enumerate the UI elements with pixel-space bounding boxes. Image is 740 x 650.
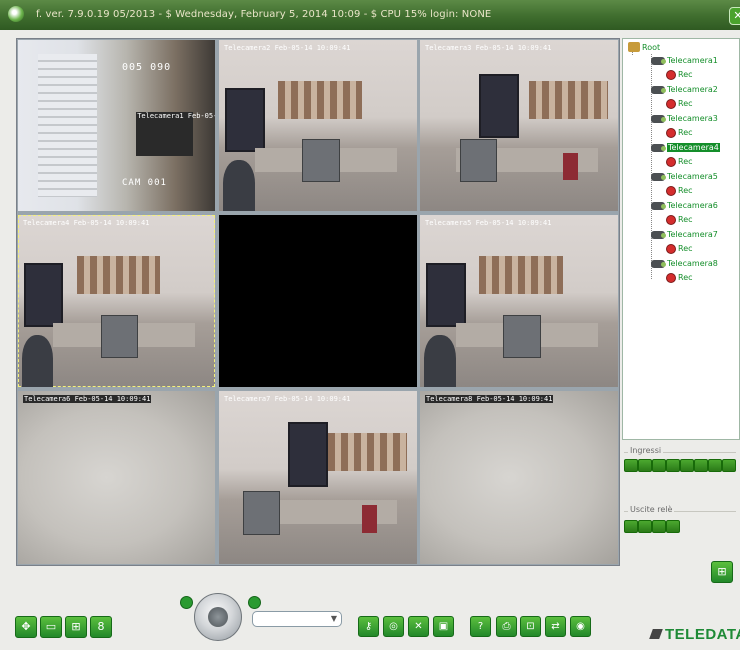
tree-item-telecamera5[interactable]: Telecamera5 [651, 172, 718, 181]
camera-icon [651, 85, 666, 94]
camera-icon [651, 143, 666, 152]
camera-label: Telecamera6 Feb-05-14 10:09:41 [23, 395, 152, 403]
teledata-mark-icon [649, 629, 663, 639]
teledata-logo: TELEDATA [649, 626, 740, 643]
camera-label: Telecamera3 Feb-05-14 10:09:41 [425, 44, 552, 52]
disc-icon[interactable]: ◎ [383, 616, 404, 637]
tree-item-rec[interactable]: Rec [667, 273, 693, 282]
ptz-zoom-out-icon[interactable] [248, 596, 261, 609]
input-indicator [694, 459, 708, 472]
layout-4-button[interactable]: ⊞ [65, 616, 87, 638]
tree-item-rec[interactable]: Rec [667, 128, 693, 137]
input-indicator [624, 459, 638, 472]
root-icon [628, 42, 640, 52]
ingressi-label: Ingressi [628, 446, 664, 455]
ptz-joystick[interactable] [194, 593, 242, 641]
tree-root[interactable]: Root [628, 42, 660, 52]
tree-item-rec[interactable]: Rec [667, 99, 693, 108]
input-indicator [680, 459, 694, 472]
input-indicator [666, 459, 680, 472]
camera-label: Telecamera8 Feb-05-14 10:09:41 [425, 395, 554, 403]
camera-view-empty[interactable] [219, 215, 417, 387]
camera-label: Telecamera1 Feb-05-14 10:09:41 [136, 111, 215, 157]
camera-icon [651, 201, 666, 210]
tree-item-telecamera8[interactable]: Telecamera8 [651, 259, 718, 268]
tree-root-label: Root [642, 42, 661, 52]
app-icon [8, 6, 24, 22]
titlebar: f. ver. 7.9.0.19 05/2013 - $ Wednesday, … [0, 0, 740, 30]
ptz-zoom-in-icon[interactable] [180, 596, 193, 609]
record-icon [667, 186, 675, 195]
logo-text: TELEDATA [665, 626, 740, 643]
layout-1-button[interactable]: ▭ [40, 616, 62, 638]
tree-item-rec[interactable]: Rec [667, 157, 693, 166]
help-icon[interactable]: ? [470, 616, 491, 637]
tree-item-telecamera7[interactable]: Telecamera7 [651, 230, 718, 239]
tree-item-telecamera6[interactable]: Telecamera6 [651, 201, 718, 210]
layout-8-label: 8 [97, 620, 105, 633]
camera-label: Telecamera2 Feb-05-14 10:09:41 [224, 44, 351, 52]
chevron-down-icon: ▼ [330, 614, 337, 623]
camera-label: Telecamera7 Feb-05-14 10:09:41 [224, 395, 351, 403]
relay-indicator[interactable] [652, 520, 666, 533]
printer-icon[interactable]: ⎙ [496, 616, 517, 637]
grid-icon[interactable]: ⊡ [520, 616, 541, 637]
camera-view-4[interactable]: Telecamera4 Feb-05-14 10:09:41 [18, 215, 215, 387]
record-icon [667, 99, 675, 108]
snapshot-icon[interactable]: ▣ [433, 616, 454, 637]
relay-indicator[interactable] [666, 520, 680, 533]
tree-item-rec[interactable]: Rec [667, 186, 693, 195]
layout-8-button[interactable]: 8 [90, 616, 112, 638]
camera-view-1[interactable]: Telecamera1 Feb-05-14 10:09:41 005 090 C… [18, 40, 215, 211]
camera-icon [651, 259, 666, 268]
tree-item-telecamera1[interactable]: Telecamera1 [651, 56, 718, 65]
close-button[interactable]: ✕ [729, 7, 740, 25]
tree-item-rec[interactable]: Rec [667, 244, 693, 253]
network-config-button[interactable]: ⊞ [711, 561, 733, 583]
camera-view-3[interactable]: Telecamera3 Feb-05-14 10:09:41 [420, 40, 618, 211]
camera-overlay-text: 005 090 [122, 62, 172, 73]
input-indicator [638, 459, 652, 472]
fullscreen-button[interactable]: ✥ [15, 616, 37, 638]
camera-view-5[interactable]: Telecamera5 Feb-05-14 10:09:41 [420, 215, 618, 387]
input-indicator [722, 459, 736, 472]
camera-view-7[interactable]: Telecamera7 Feb-05-14 10:09:41 [219, 391, 417, 564]
relay-indicator[interactable] [638, 520, 652, 533]
camera-view-8[interactable]: Telecamera8 Feb-05-14 10:09:41 [420, 391, 618, 564]
input-indicator [652, 459, 666, 472]
preset-select[interactable]: ▼ [252, 611, 342, 627]
record-icon [667, 244, 675, 253]
record-icon [667, 157, 675, 166]
tree-item-telecamera2[interactable]: Telecamera2 [651, 85, 718, 94]
relay-indicator[interactable] [624, 520, 638, 533]
camera-view-6[interactable]: Telecamera6 Feb-05-14 10:09:41 [18, 391, 215, 564]
camera-icon [651, 172, 666, 181]
camera-view-2[interactable]: Telecamera2 Feb-05-14 10:09:41 [219, 40, 417, 211]
key-icon[interactable]: ⚷ [358, 616, 379, 637]
uscite-label: Uscite relè [628, 505, 675, 514]
camera-icon [651, 114, 666, 123]
camera-icon [651, 230, 666, 239]
tree-item-telecamera4[interactable]: Telecamera4 [651, 143, 720, 152]
record-icon [667, 215, 675, 224]
camera-overlay-text: CAM 001 [122, 178, 167, 188]
camera-grid: Telecamera1 Feb-05-14 10:09:41 005 090 C… [16, 38, 620, 566]
record-icon [667, 273, 675, 282]
camera-label: Telecamera4 Feb-05-14 10:09:41 [23, 219, 150, 227]
user-icon[interactable]: ◉ [570, 616, 591, 637]
camera-label: Telecamera5 Feb-05-14 10:09:41 [425, 219, 552, 227]
record-icon [667, 128, 675, 137]
camera-icon [651, 56, 666, 65]
record-icon [667, 70, 675, 79]
network-icon[interactable]: ⇄ [545, 616, 566, 637]
camera-tree: Root Telecamera1 Rec Telecamera2 Rec Tel… [622, 38, 740, 440]
tree-item-rec[interactable]: Rec [667, 70, 693, 79]
title-text: f. ver. 7.9.0.19 05/2013 - $ Wednesday, … [36, 9, 492, 20]
tools-icon[interactable]: ✕ [408, 616, 429, 637]
tree-item-rec[interactable]: Rec [667, 215, 693, 224]
input-indicator [708, 459, 722, 472]
tree-item-telecamera3[interactable]: Telecamera3 [651, 114, 718, 123]
